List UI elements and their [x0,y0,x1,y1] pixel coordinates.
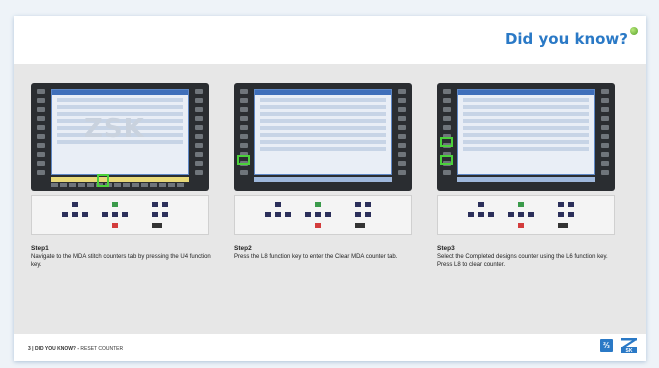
display: ZSK [51,89,189,175]
l8-key-highlight [440,155,453,165]
control-screen [234,83,412,191]
header: Did you know? [14,16,646,64]
did-you-know-title: Did you know? [504,30,628,48]
footer-label: 3 | DID YOU KNOW? - RESET COUNTER [28,346,123,352]
keypad-panel [437,195,615,235]
machine-image [437,83,615,235]
zsk-logo-icon: SK [621,338,637,353]
footer-page: 3 | DID YOU KNOW? - [28,346,80,352]
control-screen [437,83,615,191]
leaf-icon [630,27,638,35]
display [457,89,595,175]
l8-key-highlight [237,155,250,165]
svg-text:SK: SK [626,348,633,353]
control-screen: ZSK [31,83,209,191]
step-title: Step2 [234,245,252,252]
step-description: Press the L8 function key to enter the C… [234,254,398,260]
step-caption: Step2 Press the L8 function key to enter… [234,245,414,261]
machine-image: ZSK [31,83,209,235]
l6-key-highlight [440,137,453,147]
steps-area: ZSK Step1 Navigate to the MDA stitch cou… [14,64,646,334]
footer-topic: RESET COUNTER [79,346,124,352]
machine-image [234,83,412,235]
slide: Did you know? ZSK Step1 Navigate to the … [14,16,646,361]
step-title: Step3 [437,245,455,252]
footer: 3 | DID YOU KNOW? - RESET COUNTER ⅔ SK [14,334,646,361]
brand-logo-icon: ⅔ [600,339,613,352]
step-title: Step1 [31,245,49,252]
step-description: Navigate to the MDA stitch counters tab … [31,254,211,268]
keypad-panel [234,195,412,235]
step-caption: Step3 Select the Completed designs count… [437,245,617,269]
step-caption: Step1 Navigate to the MDA stitch counter… [31,245,211,269]
display [254,89,392,175]
keypad-panel [31,195,209,235]
zsk-watermark: ZSK [84,114,145,144]
step-description: Select the Completed designs counter usi… [437,254,608,268]
u4-key-highlight [97,174,109,187]
